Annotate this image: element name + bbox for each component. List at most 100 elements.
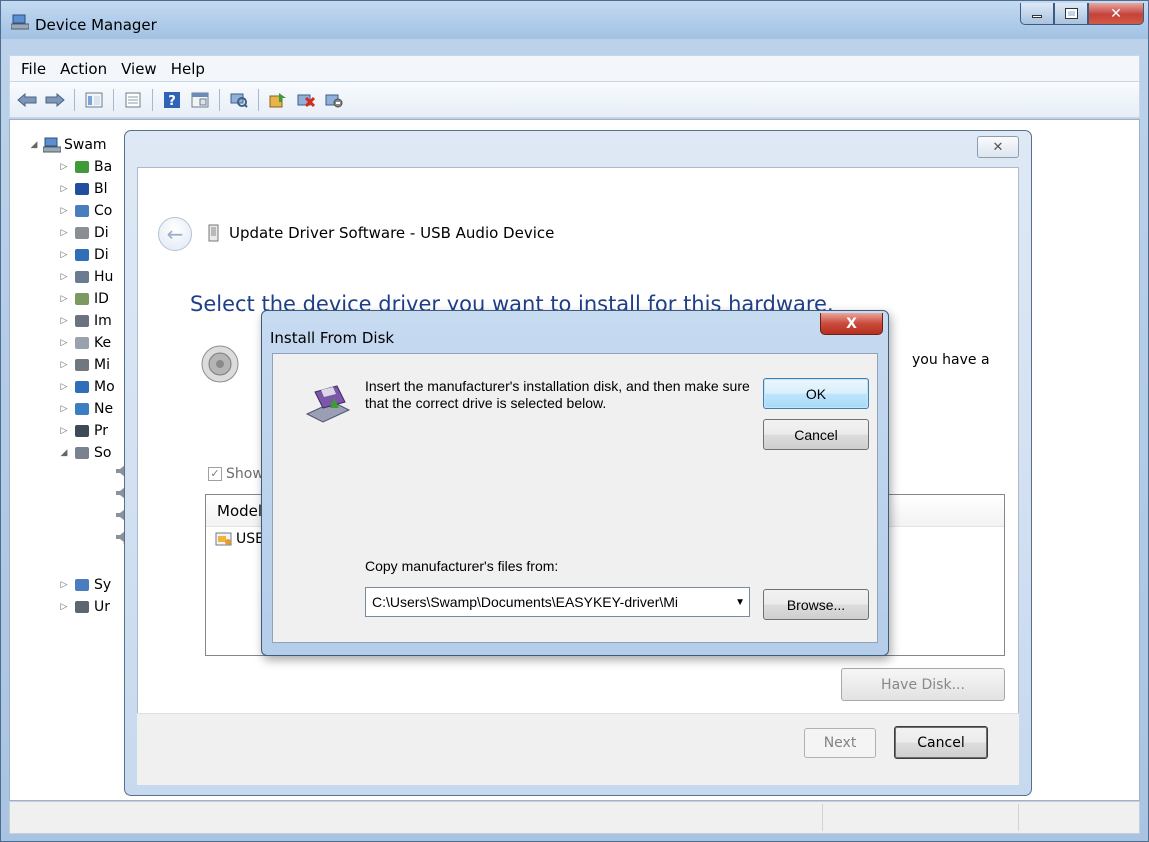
minimize-button[interactable] xyxy=(1020,3,1054,25)
tree-view-icon[interactable] xyxy=(83,89,105,111)
back-arrow-icon: ← xyxy=(166,222,184,246)
have-disk-button[interactable]: Have Disk... xyxy=(841,668,1005,701)
next-button[interactable]: Next xyxy=(804,728,876,758)
tree-item-label: Mo xyxy=(94,379,115,395)
checkbox-checked-icon: ✓ xyxy=(208,467,222,481)
tree-item[interactable]: ▷ Ba xyxy=(58,156,113,178)
expand-icon[interactable]: ▷ xyxy=(58,404,70,414)
forward-icon[interactable] xyxy=(44,89,66,111)
properties-icon[interactable] xyxy=(122,89,144,111)
update-driver-icon[interactable] xyxy=(267,89,289,111)
expand-icon[interactable]: ▷ xyxy=(58,294,70,304)
uninstall-icon[interactable] xyxy=(295,89,317,111)
imaging-device-icon xyxy=(75,315,89,327)
tree-item[interactable]: ▷ Ne xyxy=(58,398,114,420)
tree-item[interactable]: ▷ Co xyxy=(58,200,113,222)
tree-item-label: Di xyxy=(94,225,109,241)
hid-icon xyxy=(75,271,89,283)
source-path-value: C:\Users\Swamp\Documents\EASYKEY-driver\… xyxy=(372,594,679,610)
expand-icon[interactable]: ▷ xyxy=(58,382,70,392)
tree-item[interactable]: ▷ Mo xyxy=(58,376,115,398)
dropdown-arrow-icon[interactable]: ▼ xyxy=(735,597,745,608)
monitor-icon xyxy=(75,381,89,393)
tree-root[interactable]: ◢ Swam xyxy=(28,134,107,156)
sound-icon xyxy=(75,447,89,459)
tree-item-label: Sy xyxy=(94,577,112,593)
status-divider xyxy=(1018,804,1019,831)
expand-icon[interactable]: ▷ xyxy=(58,338,70,348)
expand-icon[interactable]: ▷ xyxy=(58,580,70,590)
source-path-combobox[interactable]: C:\Users\Swamp\Documents\EASYKEY-driver\… xyxy=(365,587,750,617)
expand-icon[interactable]: ▷ xyxy=(58,602,70,612)
expand-icon[interactable]: ▷ xyxy=(58,426,70,436)
mouse-icon xyxy=(75,359,89,371)
computer-icon xyxy=(75,205,89,217)
help-icon[interactable]: ? xyxy=(161,89,183,111)
expand-icon[interactable]: ▷ xyxy=(58,228,70,238)
maximize-button[interactable] xyxy=(1054,3,1088,25)
browse-button[interactable]: Browse... xyxy=(763,589,869,620)
tree-item[interactable]: ▷ ID xyxy=(58,288,109,310)
back-button[interactable]: ← xyxy=(158,217,192,251)
menu-view[interactable]: View xyxy=(114,60,164,78)
expand-icon[interactable]: ▷ xyxy=(58,272,70,282)
dialog-close-button[interactable]: X xyxy=(820,313,883,335)
tree-item[interactable]: ▷ Sy xyxy=(58,574,112,596)
tree-item[interactable]: ▷ Bl xyxy=(58,178,108,200)
processor-icon xyxy=(75,425,89,437)
close-window-button[interactable]: ✕ xyxy=(1088,3,1144,25)
toolbar: ? xyxy=(9,82,1140,118)
usb-controller-icon xyxy=(75,601,89,613)
tree-item[interactable]: ▷ Pr xyxy=(58,420,108,442)
wizard-cancel-button[interactable]: Cancel xyxy=(894,726,988,759)
tree-item[interactable]: ◢ So xyxy=(58,442,112,464)
show-compatible-checkbox[interactable]: ✓ Show xyxy=(208,466,264,482)
tree-item-label: Ne xyxy=(94,401,114,417)
dialog-title: Install From Disk xyxy=(270,329,395,347)
tree-item-label: Mi xyxy=(94,357,110,373)
window-title: Device Manager xyxy=(35,16,157,34)
tree-item[interactable]: ▷ Di xyxy=(58,244,109,266)
disable-icon[interactable] xyxy=(323,89,345,111)
toolbar-separator xyxy=(113,88,114,111)
scan-hardware-icon[interactable] xyxy=(228,89,250,111)
tree-item[interactable]: ▷ Ke xyxy=(58,332,112,354)
tree-item-label: Hu xyxy=(94,269,114,285)
tree-item[interactable]: ▷ Im xyxy=(58,310,112,332)
install-from-disk-dialog: Install From Disk X Insert the manufactu… xyxy=(261,310,889,656)
ok-button[interactable]: OK xyxy=(763,378,869,409)
show-hidden-icon[interactable] xyxy=(189,89,211,111)
expand-icon[interactable]: ▷ xyxy=(58,250,70,260)
close-icon: ✕ xyxy=(992,139,1004,155)
wizard-footer: Next Cancel xyxy=(137,713,1019,785)
svg-text:?: ? xyxy=(168,94,176,108)
dialog-cancel-button[interactable]: Cancel xyxy=(763,419,869,450)
toolbar-separator xyxy=(152,88,153,111)
expand-icon[interactable]: ▷ xyxy=(58,162,70,172)
expand-icon[interactable]: ▷ xyxy=(58,360,70,370)
toolbar-separator xyxy=(258,88,259,111)
wizard-close-button[interactable]: ✕ xyxy=(977,136,1019,158)
tree-item-label: Co xyxy=(94,203,113,219)
expand-icon[interactable]: ▷ xyxy=(58,316,70,326)
usb-device-icon xyxy=(208,224,219,242)
collapse-icon[interactable]: ◢ xyxy=(28,140,40,150)
tree-item[interactable]: ▷ Ur xyxy=(58,596,110,618)
tree-item[interactable]: ▷ Mi xyxy=(58,354,110,376)
tree-item-label: So xyxy=(94,445,112,461)
wizard-header-text: Update Driver Software - USB Audio Devic… xyxy=(229,224,555,242)
tree-item[interactable]: ▷ Hu xyxy=(58,266,114,288)
menu-help[interactable]: Help xyxy=(164,60,212,78)
expand-icon[interactable]: ▷ xyxy=(58,206,70,216)
tree-item-label: Im xyxy=(94,313,112,329)
collapse-icon[interactable]: ◢ xyxy=(58,448,70,458)
expand-icon[interactable]: ▷ xyxy=(58,184,70,194)
menu-file[interactable]: File xyxy=(14,60,53,78)
title-bar[interactable]: Device Manager ✕ xyxy=(1,1,1148,39)
ide-controller-icon xyxy=(75,293,89,305)
tree-item-label: Pr xyxy=(94,423,108,439)
menu-action[interactable]: Action xyxy=(53,60,114,78)
tree-item[interactable]: ▷ Di xyxy=(58,222,109,244)
battery-icon xyxy=(75,161,89,173)
back-icon[interactable] xyxy=(16,89,38,111)
